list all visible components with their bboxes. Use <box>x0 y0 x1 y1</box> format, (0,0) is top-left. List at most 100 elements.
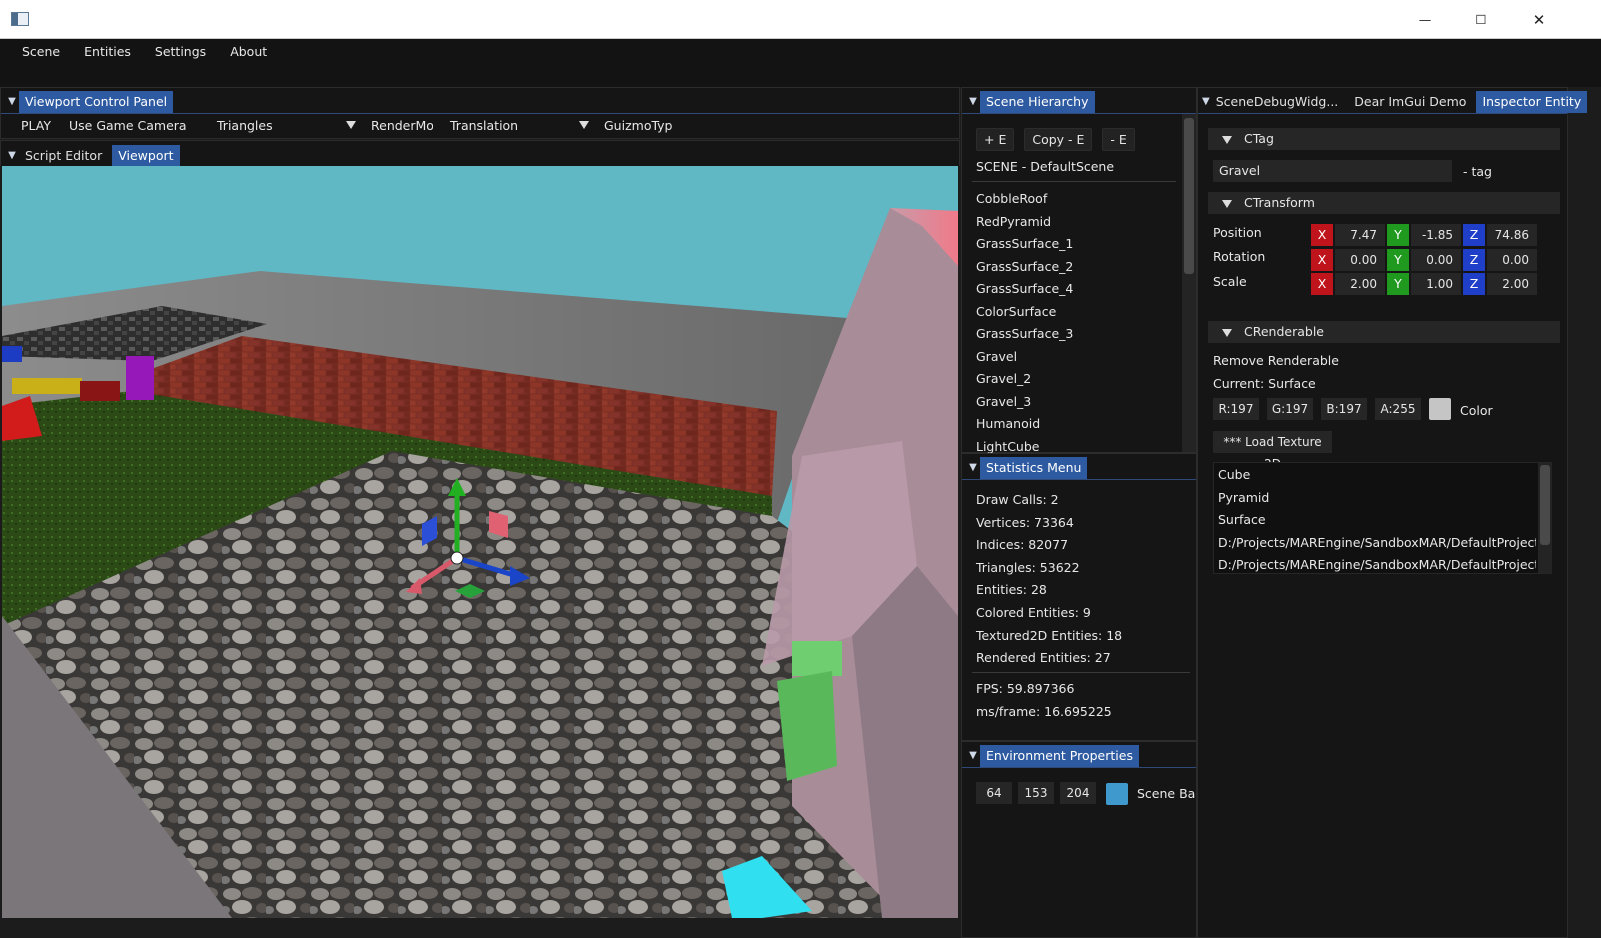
add-entity-button[interactable]: + E <box>976 128 1015 151</box>
tab-script-editor[interactable]: Script Editor <box>19 145 108 167</box>
crenderable-header[interactable]: CRenderable <box>1208 321 1560 343</box>
play-button[interactable]: PLAY <box>21 118 51 133</box>
rotation-y-input[interactable]: 0.00 <box>1411 248 1461 271</box>
entity-item[interactable]: ColorSurface <box>976 304 1056 319</box>
menu-scene[interactable]: Scene <box>10 44 72 59</box>
position-y-input[interactable]: -1.85 <box>1411 224 1461 246</box>
entity-item[interactable]: GrassSurface_4 <box>976 281 1073 296</box>
position-z-input[interactable]: 74.86 <box>1487 224 1537 246</box>
scene-hierarchy-panel: ▼ Scene Hierarchy + E Copy - E - E SCENE… <box>961 87 1197 454</box>
hierarchy-scrollbar[interactable] <box>1182 114 1196 452</box>
collapse-icon[interactable]: ▼ <box>5 91 19 111</box>
chevron-down-icon[interactable] <box>579 121 589 129</box>
load-texture-button[interactable]: *** Load Texture 2D <box>1213 431 1332 471</box>
texture-item[interactable]: Surface <box>1218 512 1536 527</box>
scene-render <box>2 166 958 918</box>
ctransform-title: CTransform <box>1244 195 1315 210</box>
texture-item[interactable]: Pyramid <box>1218 490 1536 505</box>
entity-item[interactable]: Humanoid <box>976 416 1040 431</box>
use-game-camera-checkbox[interactable]: Use Game Camera <box>69 118 187 133</box>
rotation-x-input[interactable]: 0.00 <box>1335 248 1385 271</box>
rotation-x-axis-label: X <box>1311 248 1333 271</box>
background-b-input[interactable]: 204 <box>1060 782 1096 804</box>
minimize-button[interactable]: — <box>1402 0 1448 39</box>
color-r-input[interactable]: R:197 <box>1213 398 1259 420</box>
menu-settings[interactable]: Settings <box>143 44 218 59</box>
entity-item[interactable]: Gravel_2 <box>976 371 1031 386</box>
tag-input[interactable]: Gravel <box>1213 160 1452 182</box>
entity-item[interactable]: CobbleRoof <box>976 191 1047 206</box>
entity-item[interactable]: GrassSurface_3 <box>976 326 1073 341</box>
position-label: Position <box>1213 225 1262 240</box>
close-button[interactable]: ✕ <box>1516 0 1562 39</box>
scale-x-input[interactable]: 2.00 <box>1335 273 1385 295</box>
scale-z-input[interactable]: 2.00 <box>1487 273 1537 295</box>
background-g-input[interactable]: 153 <box>1018 782 1054 804</box>
menu-about[interactable]: About <box>218 44 279 59</box>
viewport-control-panel: ▼ Viewport Control Panel PLAY Use Game C… <box>0 87 960 139</box>
maximize-button[interactable]: ☐ <box>1458 0 1504 39</box>
tab-imgui-demo[interactable]: Dear ImGui Demo <box>1348 91 1472 113</box>
background-color-swatch[interactable] <box>1106 783 1128 805</box>
scrollbar-thumb[interactable] <box>1184 118 1194 274</box>
tab-viewport-control[interactable]: Viewport Control Panel <box>19 91 174 113</box>
tab-viewport[interactable]: Viewport <box>112 145 180 167</box>
position-x-axis-label: X <box>1311 224 1333 246</box>
render-mode-label: RenderMo <box>371 118 433 133</box>
statistics-panel: ▼ Statistics Menu Draw Calls: 2 Vertices:… <box>961 453 1197 741</box>
guizmo-type-combo[interactable]: Translation <box>450 118 518 133</box>
environment-tabbar: ▼ Environment Properties <box>962 742 1196 768</box>
position-x-input[interactable]: 7.47 <box>1335 224 1385 246</box>
renderable-color-swatch[interactable] <box>1429 398 1451 420</box>
minimize-icon: — <box>1418 12 1432 27</box>
stat-line: Vertices: 73364 <box>976 514 1074 530</box>
collapse-icon[interactable]: ▼ <box>5 145 19 165</box>
ctransform-header[interactable]: CTransform <box>1208 192 1560 214</box>
ctag-header[interactable]: CTag <box>1208 128 1560 150</box>
collapse-icon[interactable]: ▼ <box>966 457 980 477</box>
collapse-icon[interactable]: ▼ <box>966 91 980 111</box>
window-titlebar: — ☐ ✕ <box>0 0 1601 39</box>
scene-viewport[interactable] <box>2 166 958 918</box>
stat-line: Triangles: 53622 <box>976 559 1080 575</box>
scale-label: Scale <box>1213 274 1247 289</box>
tab-scene-hierarchy[interactable]: Scene Hierarchy <box>980 91 1095 113</box>
entity-item[interactable]: GrassSurface_2 <box>976 259 1073 274</box>
tab-inspector-entity[interactable]: Inspector Entity <box>1476 91 1588 113</box>
render-mode-combo[interactable]: Triangles <box>217 118 273 133</box>
entity-item[interactable]: LightCube <box>976 439 1039 454</box>
collapse-icon[interactable]: ▼ <box>1202 91 1210 111</box>
chevron-down-icon[interactable] <box>346 121 356 129</box>
position-y-axis-label: Y <box>1387 224 1409 246</box>
tab-scene-debug[interactable]: SceneDebugWidg... <box>1210 91 1345 113</box>
texture-scrollbar[interactable] <box>1538 463 1552 573</box>
editor-tabbar: ▼ Script Editor Viewport <box>1 141 959 167</box>
texture-item[interactable]: D:/Projects/MAREngine/SandboxMAR/Default… <box>1218 535 1536 550</box>
menu-entities[interactable]: Entities <box>72 44 143 59</box>
color-g-input[interactable]: G:197 <box>1267 398 1313 420</box>
stat-line: Entities: 28 <box>976 582 1047 598</box>
chevron-down-icon <box>1222 199 1232 208</box>
entity-item[interactable]: RedPyramid <box>976 214 1051 229</box>
remove-renderable-button[interactable]: Remove Renderable <box>1213 353 1339 368</box>
background-r-input[interactable]: 64 <box>976 782 1012 804</box>
collapse-icon[interactable]: ▼ <box>966 745 980 765</box>
rotation-label: Rotation <box>1213 249 1266 264</box>
remove-entity-button[interactable]: - E <box>1102 128 1135 151</box>
tab-statistics[interactable]: Statistics Menu <box>980 457 1088 479</box>
close-icon: ✕ <box>1532 10 1546 29</box>
position-z-axis-label: Z <box>1463 224 1485 246</box>
entity-item[interactable]: Gravel <box>976 349 1017 364</box>
texture-item[interactable]: D:/Projects/MAREngine/SandboxMAR/Default… <box>1218 557 1536 572</box>
rotation-z-input[interactable]: 0.00 <box>1487 248 1537 271</box>
scrollbar-thumb[interactable] <box>1540 465 1550 545</box>
texture-item[interactable]: Cube <box>1218 467 1536 482</box>
tab-environment[interactable]: Environment Properties <box>980 745 1139 767</box>
copy-entity-button[interactable]: Copy - E <box>1024 128 1093 151</box>
entity-item[interactable]: Gravel_3 <box>976 394 1031 409</box>
rotation-z-axis-label: Z <box>1463 248 1485 271</box>
entity-item[interactable]: GrassSurface_1 <box>976 236 1073 251</box>
color-a-input[interactable]: A:255 <box>1375 398 1421 420</box>
color-b-input[interactable]: B:197 <box>1321 398 1367 420</box>
scale-y-input[interactable]: 1.00 <box>1411 273 1461 295</box>
